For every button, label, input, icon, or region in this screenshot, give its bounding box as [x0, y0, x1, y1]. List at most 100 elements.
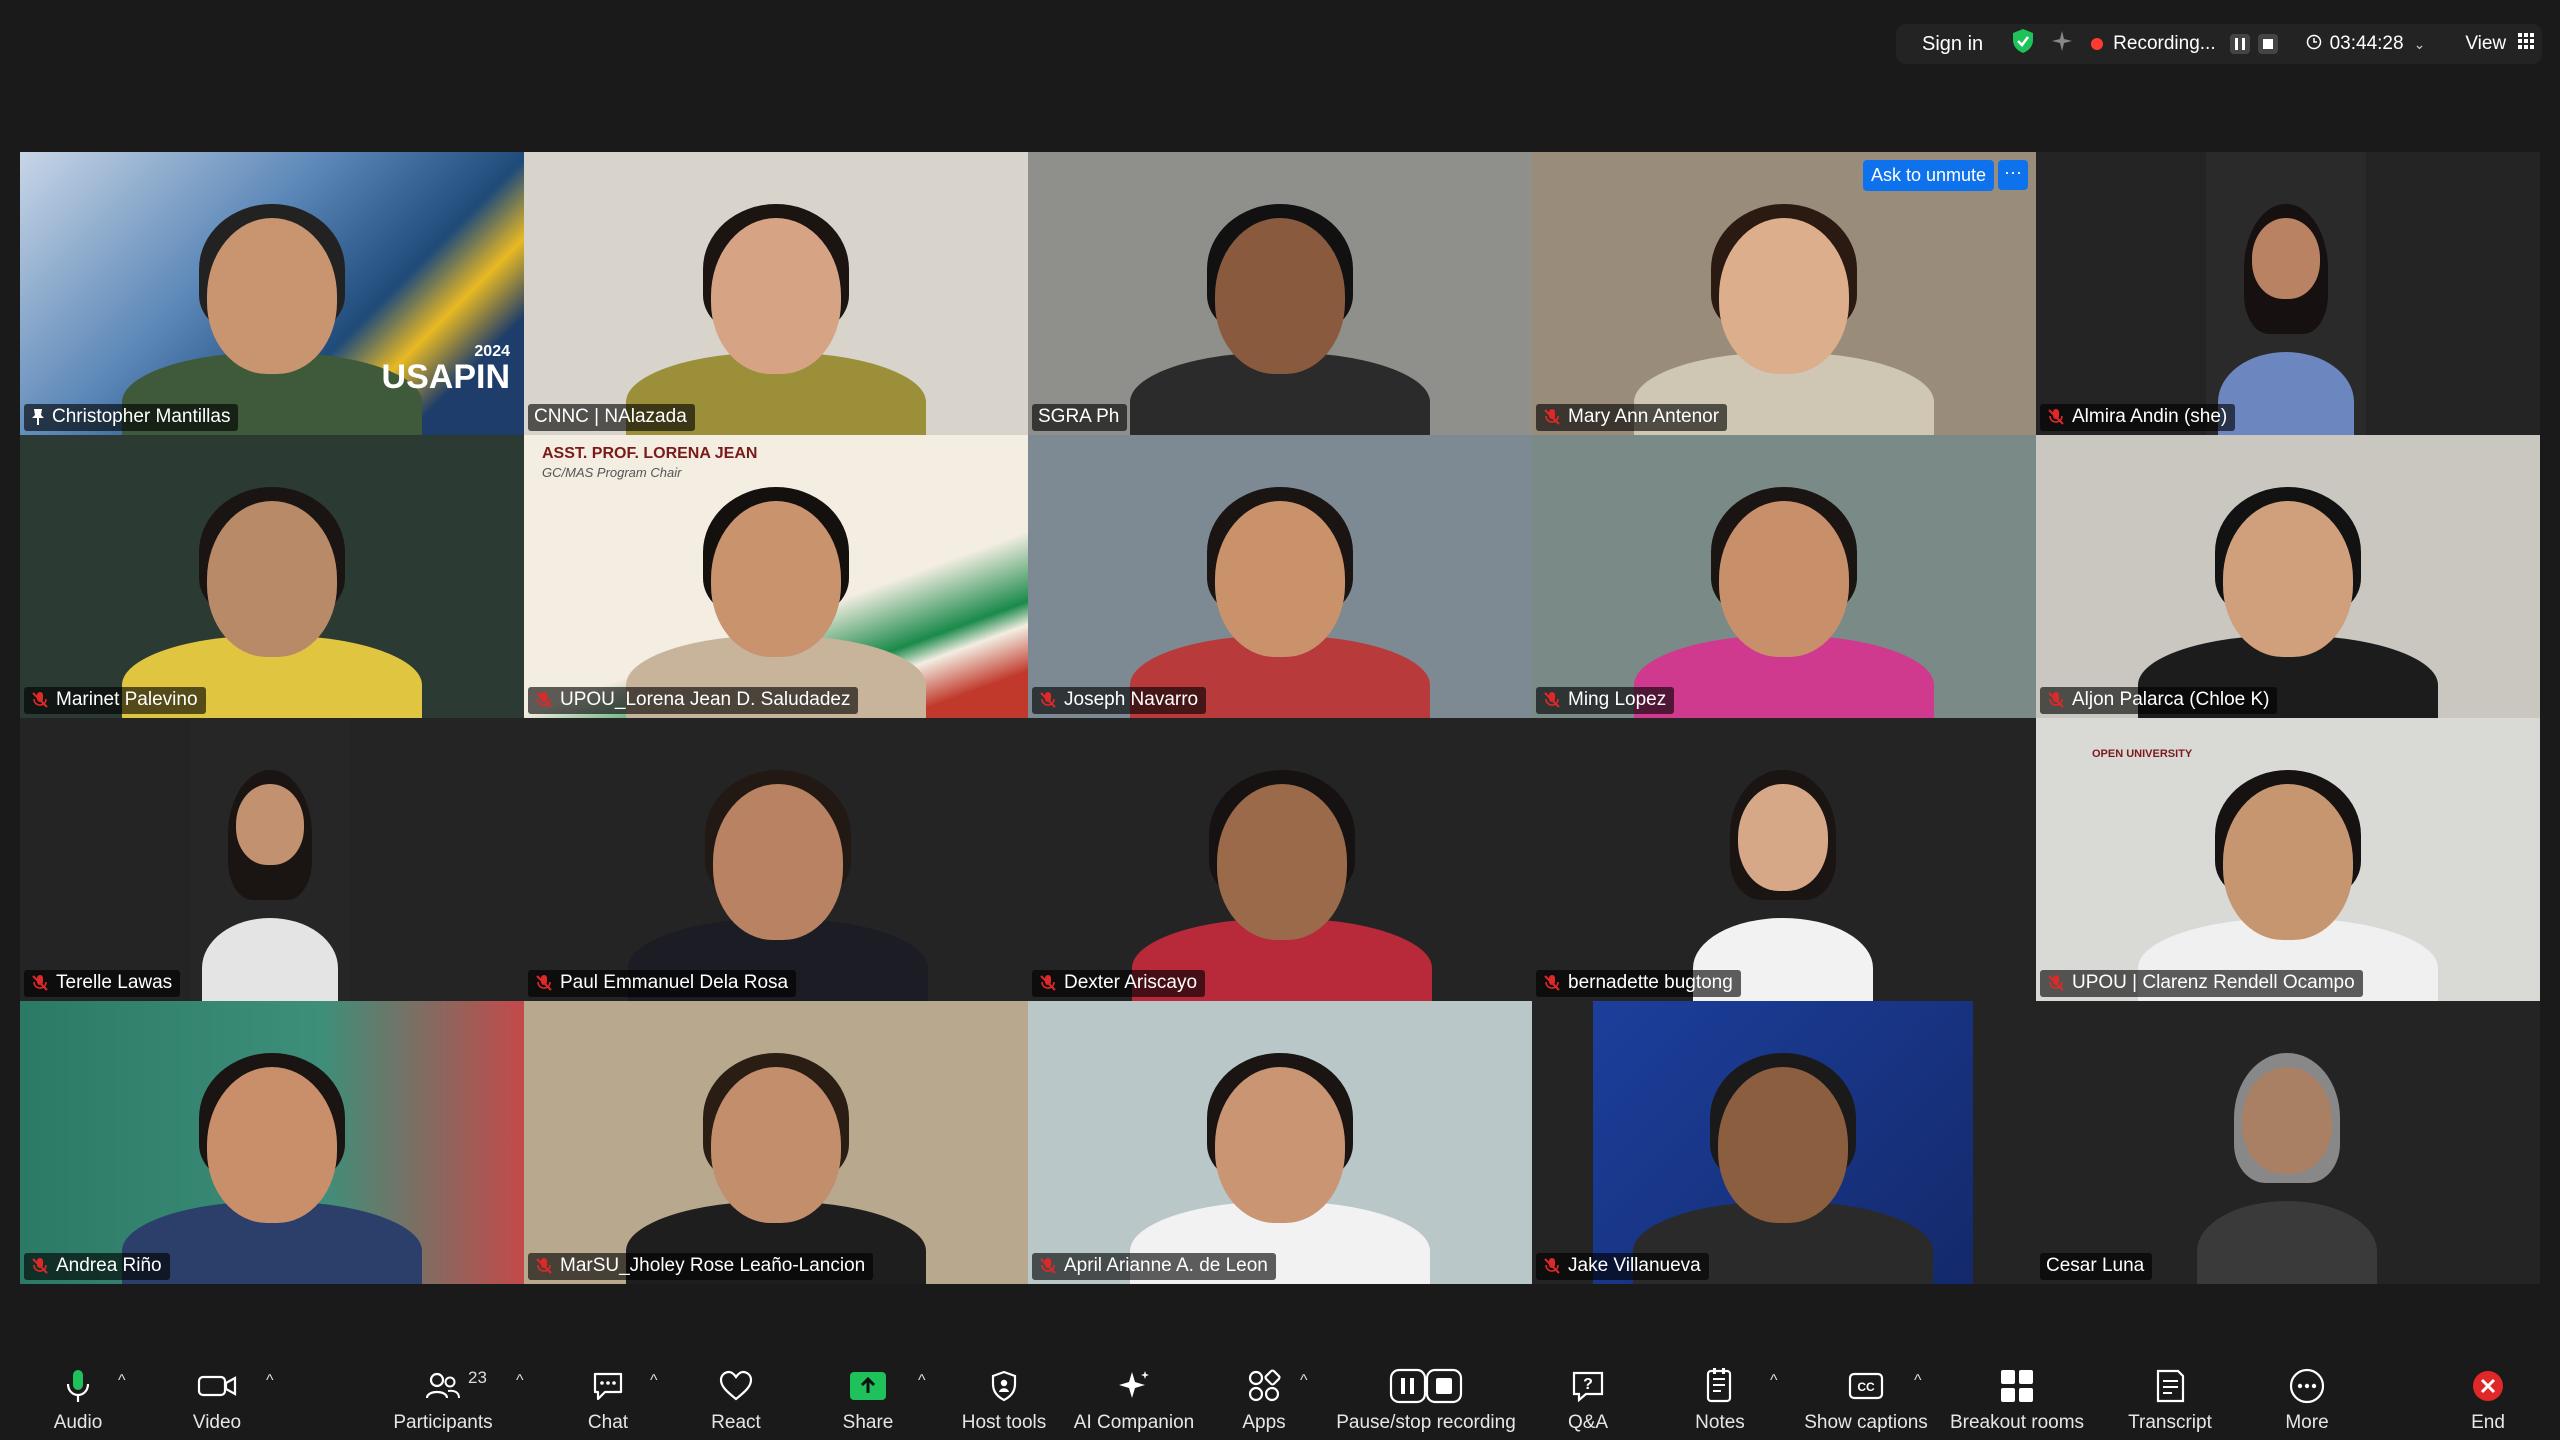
participant-tile[interactable]: Andrea Riño	[20, 1001, 524, 1284]
participant-namebar: Ming Lopez	[1536, 687, 1675, 714]
participant-tile[interactable]: bernadette bugtong	[1532, 718, 2036, 1001]
pin-icon	[32, 409, 44, 425]
ask-to-unmute-button[interactable]: Ask to unmute	[1862, 160, 1994, 191]
participant-tile[interactable]: Dexter Ariscayo	[1028, 718, 1532, 1001]
muted-mic-icon	[2048, 692, 2064, 708]
participant-name: Ming Lopez	[1568, 689, 1667, 710]
pause-recording-icon[interactable]	[2229, 34, 2250, 54]
participant-face	[711, 218, 841, 374]
tile-more-options-icon[interactable]: ···	[1998, 160, 2028, 190]
qa-button[interactable]: ? Q&A	[1560, 1348, 1616, 1440]
participant-tile[interactable]: SGRA Ph	[1028, 152, 1532, 435]
participant-namebar: Joseph Navarro	[1032, 687, 1207, 714]
participant-tile[interactable]: ASST. PROF. LORENA JEAN GC/MAS Program Ch…	[524, 435, 1028, 718]
participants-button[interactable]: Participants	[390, 1348, 496, 1440]
chat-options-caret-icon[interactable]: ^	[650, 1372, 658, 1390]
lorena-banner-text: ASST. PROF. LORENA JEAN	[542, 445, 758, 462]
video-options-caret-icon[interactable]: ^	[266, 1372, 274, 1390]
share-button[interactable]: Share	[840, 1348, 896, 1440]
ai-sparkle-icon[interactable]	[2051, 30, 2073, 58]
participant-face	[1215, 1067, 1345, 1223]
participant-tile[interactable]: Ming Lopez	[1532, 435, 2036, 718]
participant-namebar: SGRA Ph	[1032, 404, 1128, 431]
chat-button[interactable]: Chat	[580, 1348, 636, 1440]
participant-face	[1718, 1067, 1848, 1223]
muted-mic-icon	[536, 975, 552, 991]
end-label: End	[2471, 1412, 2505, 1433]
participant-name: bernadette bugtong	[1568, 972, 1733, 993]
react-button[interactable]: React	[706, 1348, 766, 1440]
participant-name: Terelle Lawas	[56, 972, 173, 993]
participant-name: Christopher Mantillas	[52, 406, 231, 427]
stop-recording-icon[interactable]	[2257, 34, 2278, 54]
participant-tile[interactable]: CNNC | NAlazada	[524, 152, 1028, 435]
participant-namebar: MarSU_Jholey Rose Leaño-Lancion	[528, 1253, 874, 1280]
participant-tile[interactable]: April Arianne A. de Leon	[1028, 1001, 1532, 1284]
breakout-rooms-button[interactable]: Breakout rooms	[1950, 1348, 2084, 1440]
participants-icon	[426, 1364, 460, 1408]
audio-options-caret-icon[interactable]: ^	[118, 1372, 126, 1390]
video-label: Video	[192, 1412, 242, 1433]
participant-tile[interactable]: MarSU_Jholey Rose Leaño-Lancion	[524, 1001, 1028, 1284]
participant-namebar: April Arianne A. de Leon	[1032, 1253, 1276, 1280]
notes-options-caret-icon[interactable]: ^	[1770, 1372, 1778, 1390]
lorena-subtitle: GC/MAS Program Chair	[542, 465, 682, 480]
banner-year: 2024	[474, 343, 510, 360]
participant-face	[2223, 501, 2353, 657]
participant-namebar: Mary Ann Antenor	[1536, 404, 1728, 431]
show-captions-button[interactable]: CC Show captions	[1804, 1348, 1928, 1440]
participant-face	[207, 218, 337, 374]
participant-name: Andrea Riño	[56, 1255, 162, 1276]
host-tools-button[interactable]: Host tools	[958, 1348, 1050, 1440]
notes-icon	[1705, 1364, 1735, 1408]
ai-companion-button[interactable]: AI Companion	[1072, 1348, 1196, 1440]
participant-tile[interactable]: Joseph Navarro	[1028, 435, 1532, 718]
view-button[interactable]: View	[2465, 33, 2506, 55]
captions-options-caret-icon[interactable]: ^	[1914, 1372, 1922, 1390]
more-button[interactable]: More	[2278, 1348, 2336, 1440]
breakout-rooms-label: Breakout rooms	[1949, 1412, 2085, 1433]
video-button[interactable]: Video	[186, 1348, 248, 1440]
more-label: More	[2285, 1412, 2329, 1433]
apps-options-caret-icon[interactable]: ^	[1300, 1372, 1308, 1390]
participant-tile[interactable]: Jake Villanueva	[1532, 1001, 2036, 1284]
participant-face	[711, 1067, 841, 1223]
participant-namebar: UPOU_Lorena Jean D. Saludadez	[528, 687, 859, 714]
encryption-shield-icon[interactable]	[2011, 28, 2035, 60]
transcript-button[interactable]: Transcript	[2122, 1348, 2218, 1440]
muted-mic-icon	[32, 692, 48, 708]
participant-name: Cesar Luna	[2046, 1255, 2145, 1276]
share-screen-icon	[849, 1364, 887, 1408]
participant-tile[interactable]: Aljon Palarca (Chloe K)	[2036, 435, 2540, 718]
participant-tile[interactable]: Ask to unmute ··· Mary Ann Antenor	[1532, 152, 2036, 435]
apps-label: Apps	[1242, 1412, 1286, 1433]
notes-button[interactable]: Notes	[1692, 1348, 1748, 1440]
chevron-down-icon[interactable]: ⌄	[2414, 36, 2426, 53]
audio-label: Audio	[53, 1412, 103, 1433]
end-meeting-button[interactable]: End	[2462, 1348, 2514, 1440]
qa-label: Q&A	[1567, 1412, 1609, 1433]
pause-stop-recording-button[interactable]: Pause/stop recording	[1334, 1348, 1518, 1440]
participant-tile[interactable]: USAPIN 2024 Christopher Mantillas	[20, 152, 524, 435]
participants-options-caret-icon[interactable]: ^	[516, 1372, 524, 1390]
apps-button[interactable]: Apps	[1236, 1348, 1292, 1440]
participant-tile[interactable]: Terelle Lawas	[20, 718, 524, 1001]
audio-button[interactable]: Audio	[48, 1348, 108, 1440]
participant-tile[interactable]: Cesar Luna	[2036, 1001, 2540, 1284]
sign-in-link[interactable]: Sign in	[1922, 33, 1983, 56]
meeting-timer: 03:44:28	[2329, 33, 2404, 54]
participant-face	[1719, 501, 1849, 657]
participant-tile[interactable]: Almira Andin (she)	[2036, 152, 2540, 435]
participant-face	[2252, 218, 2320, 299]
participant-tile[interactable]: OPEN UNIVERSITY UPOU | Clarenz Rendell Oc…	[2036, 718, 2540, 1001]
participant-namebar: Terelle Lawas	[24, 970, 181, 997]
participant-tile[interactable]: Paul Emmanuel Dela Rosa	[524, 718, 1028, 1001]
participant-tile[interactable]: Marinet Palevino	[20, 435, 524, 718]
participant-name: Almira Andin (she)	[2072, 406, 2228, 427]
upou-logo-text: OPEN UNIVERSITY	[2092, 748, 2193, 760]
pause-stop-icon	[1389, 1364, 1463, 1408]
grid-view-icon[interactable]	[2518, 33, 2535, 55]
share-options-caret-icon[interactable]: ^	[918, 1372, 926, 1390]
participant-face	[207, 501, 337, 657]
recording-dot-icon	[2091, 38, 2104, 50]
